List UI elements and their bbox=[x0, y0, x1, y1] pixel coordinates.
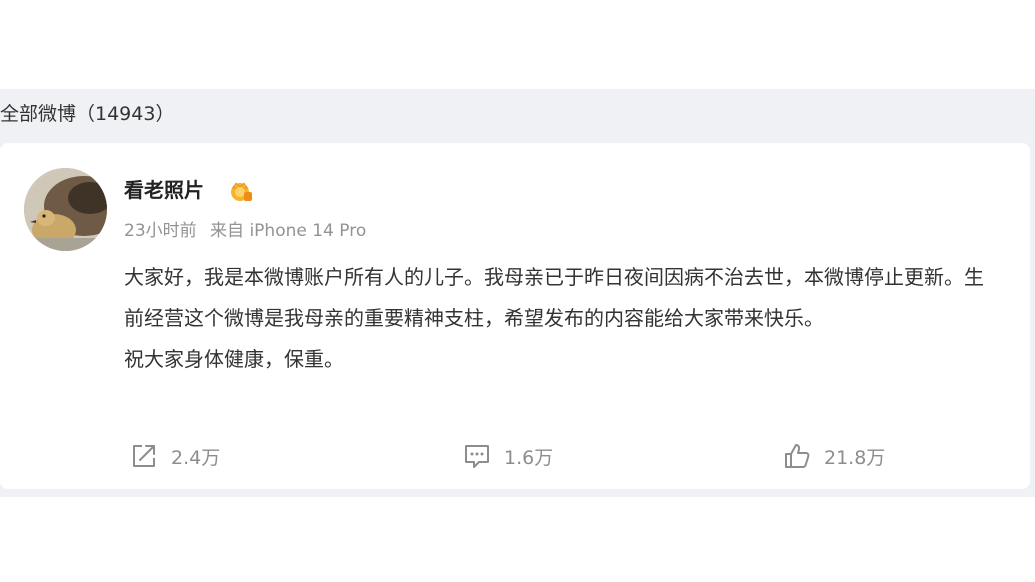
comment-icon bbox=[465, 445, 489, 468]
share-icon bbox=[133, 445, 155, 467]
post-meta: 23小时前 来自 iPhone 14 Pro bbox=[124, 219, 366, 243]
post-paragraph: 大家好，我是本微博账户所有人的儿子。我母亲已于昨日夜间因病不治去世，本微博停止更… bbox=[124, 265, 984, 330]
repost-count: 2.4万 bbox=[171, 446, 221, 469]
like-button[interactable]: 21.8万 bbox=[782, 436, 885, 476]
comment-button[interactable]: 1.6万 bbox=[462, 436, 553, 476]
all-posts-header[interactable]: 全部微博（14943） bbox=[0, 99, 174, 129]
thumbs-up-icon bbox=[785, 444, 810, 468]
crown-vip-badge-icon[interactable] bbox=[229, 180, 253, 202]
avatar[interactable] bbox=[24, 168, 107, 251]
post-time[interactable]: 23小时前 bbox=[124, 221, 197, 241]
weibo-page: 全部微博（14943） 看老照片 23小时前 来自 iPhone 14 Pro … bbox=[0, 0, 1035, 582]
post-source: 来自 iPhone 14 Pro bbox=[210, 221, 367, 241]
comment-count: 1.6万 bbox=[504, 446, 554, 469]
post-paragraph: 祝大家身体健康，保重。 bbox=[124, 347, 344, 371]
post-content: 大家好，我是本微博账户所有人的儿子。我母亲已于昨日夜间因病不治去世，本微博停止更… bbox=[124, 257, 994, 380]
post-actions-bar: 2.4万 1.6万 21.8万 bbox=[0, 436, 1030, 476]
repost-button[interactable]: 2.4万 bbox=[129, 436, 220, 476]
avatar-image bbox=[24, 168, 107, 251]
post-card: 看老照片 23小时前 来自 iPhone 14 Pro 大家好，我是本微博账户所… bbox=[0, 143, 1030, 489]
user-name[interactable]: 看老照片 bbox=[124, 176, 204, 204]
like-count: 21.8万 bbox=[824, 446, 886, 469]
